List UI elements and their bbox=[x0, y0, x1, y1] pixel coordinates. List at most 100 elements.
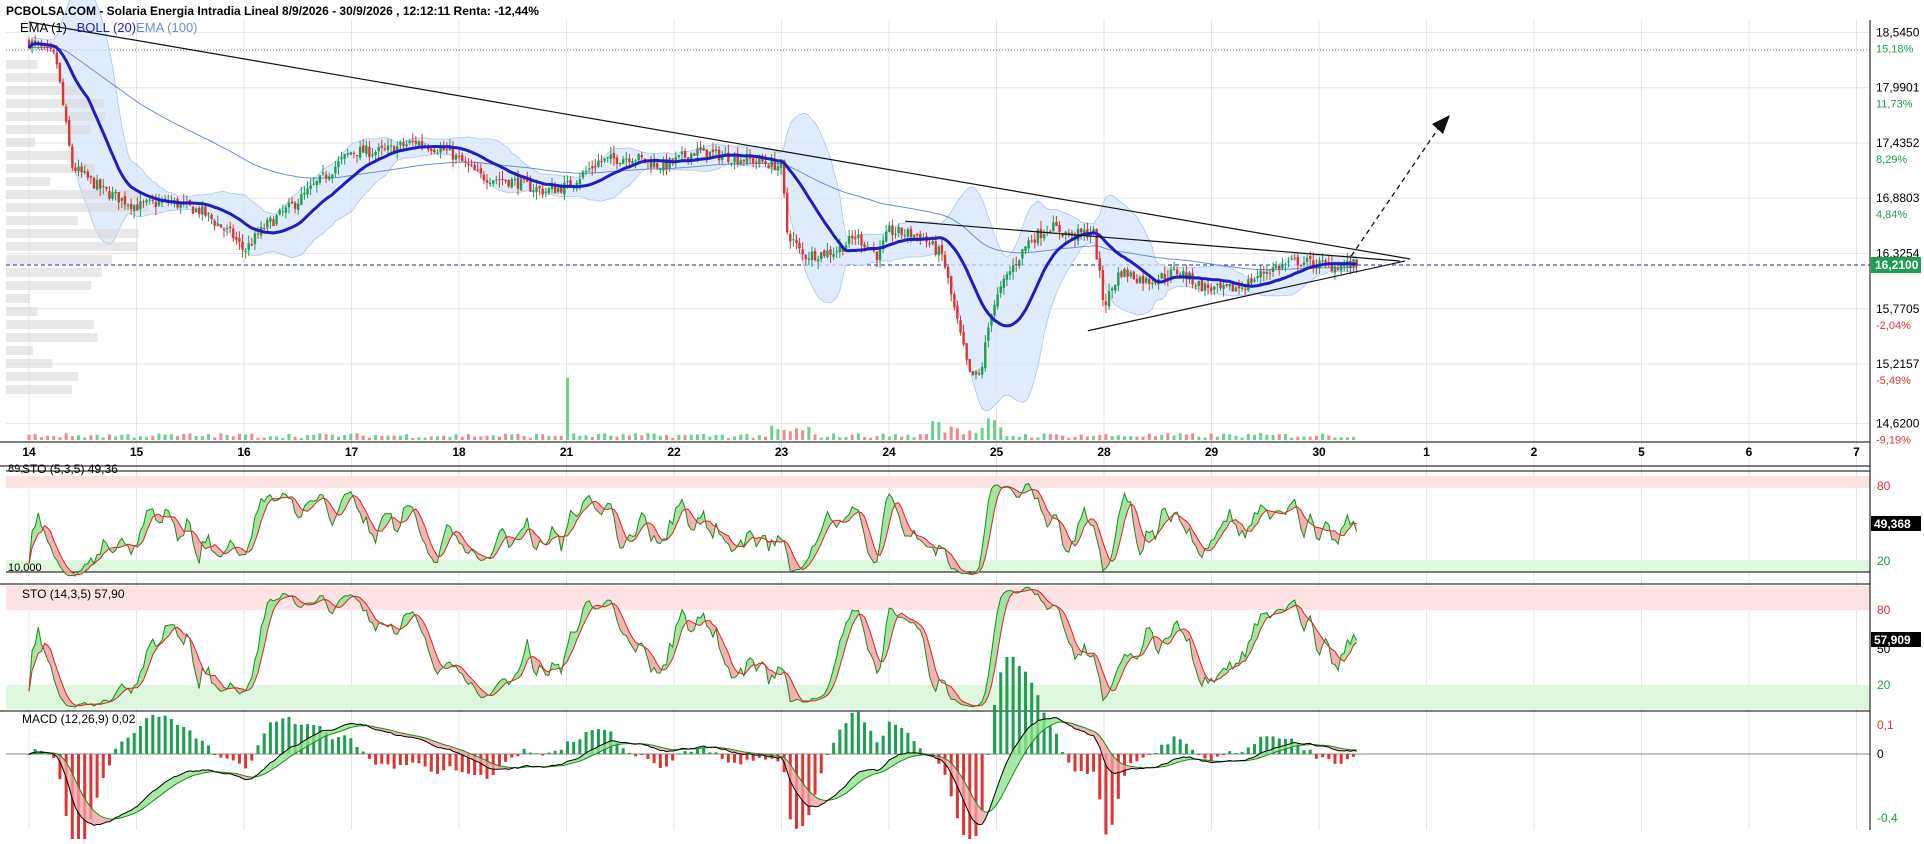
macd-histogram-bar bbox=[733, 754, 736, 763]
macd-histogram-bar bbox=[882, 736, 885, 754]
volume-bar bbox=[1030, 438, 1033, 440]
macd-histogram-bar bbox=[281, 718, 284, 754]
legend-boll[interactable]: BOLL (20) bbox=[77, 20, 137, 35]
volume-bar bbox=[634, 433, 637, 440]
candle-body bbox=[248, 243, 250, 250]
macd-histogram-bar bbox=[814, 754, 817, 795]
macd-histogram-bar bbox=[851, 713, 854, 754]
candle-body bbox=[1000, 287, 1002, 294]
candle-body bbox=[996, 294, 998, 306]
percent-tick-label: 4,84% bbox=[1876, 209, 1907, 221]
candle-body bbox=[752, 158, 754, 163]
macd-histogram-bar bbox=[832, 743, 835, 754]
candle-body bbox=[229, 227, 231, 228]
volume-bar bbox=[287, 434, 290, 440]
legend-ema1[interactable]: EMA (1) bbox=[20, 20, 67, 35]
candle-body bbox=[334, 167, 336, 174]
macd-histogram-bar bbox=[337, 737, 340, 754]
macd-histogram-bar bbox=[120, 742, 123, 754]
candle-body bbox=[68, 120, 70, 146]
candle-body bbox=[405, 144, 407, 146]
volume-bar bbox=[1111, 436, 1114, 440]
volume-bar bbox=[1321, 434, 1324, 440]
volume-bar bbox=[300, 438, 303, 440]
candle-body bbox=[656, 163, 658, 168]
volume-bar bbox=[306, 435, 309, 440]
macd-histogram-bar bbox=[721, 754, 724, 759]
candle-body bbox=[696, 149, 698, 156]
volume-bar bbox=[628, 435, 631, 440]
breakout-arrow-head bbox=[1432, 115, 1450, 134]
volume-bar bbox=[46, 436, 49, 440]
candle-body bbox=[108, 191, 110, 199]
macd-histogram-bar bbox=[250, 754, 253, 761]
candle-body bbox=[597, 161, 599, 167]
volume-bar bbox=[1012, 436, 1015, 440]
osc2-current-value: 57,909 bbox=[1874, 633, 1911, 647]
x-tick-label: 23 bbox=[775, 445, 789, 459]
volume-bar bbox=[597, 434, 600, 440]
volume-bar bbox=[28, 435, 31, 440]
x-tick-label: 5 bbox=[1638, 445, 1645, 459]
macd-histogram-bar bbox=[257, 745, 260, 754]
candle-body bbox=[53, 50, 55, 52]
volume-bar bbox=[77, 435, 80, 440]
volume-profile-bar bbox=[6, 268, 102, 277]
volume-bar bbox=[1055, 434, 1058, 440]
volume-bar bbox=[114, 436, 117, 440]
macd-histogram-bar bbox=[1247, 747, 1250, 754]
volume-bar bbox=[1340, 437, 1343, 440]
volume-bar bbox=[275, 437, 278, 440]
macd-histogram-bar bbox=[1179, 739, 1182, 754]
macd-histogram-bar bbox=[436, 754, 439, 774]
volume-bar bbox=[547, 436, 550, 440]
volume-bar bbox=[919, 434, 922, 440]
volume-bar bbox=[213, 438, 216, 440]
volume-bar bbox=[257, 438, 260, 440]
volume-bar bbox=[127, 434, 130, 440]
candle-body bbox=[993, 305, 995, 316]
macd-histogram-bar bbox=[461, 754, 464, 772]
candle-body bbox=[127, 205, 129, 206]
macd-histogram-bar bbox=[201, 741, 204, 754]
volume-bars bbox=[28, 378, 1356, 440]
volume-bar bbox=[1272, 435, 1275, 440]
candle-body bbox=[353, 153, 355, 154]
macd-histogram-bar bbox=[1129, 754, 1132, 763]
candle-body bbox=[814, 251, 816, 260]
candle-body bbox=[637, 154, 639, 160]
candle-body bbox=[1300, 265, 1302, 266]
candle-body bbox=[238, 238, 240, 242]
volume-bar bbox=[572, 433, 575, 440]
macd-histogram-bar bbox=[690, 752, 693, 754]
macd-histogram-bar bbox=[1154, 753, 1157, 754]
chart-svg[interactable]: 1415161718212223242528293012567 18,54501… bbox=[0, 0, 1924, 839]
candle-body bbox=[1253, 280, 1255, 282]
candle-body bbox=[962, 332, 964, 345]
volume-bar bbox=[696, 434, 699, 440]
candle-body bbox=[935, 241, 937, 254]
candle-body bbox=[566, 181, 568, 182]
volume-bar bbox=[1278, 434, 1281, 440]
candle-body bbox=[1210, 287, 1212, 290]
volume-bar bbox=[1352, 437, 1355, 440]
volume-bar bbox=[745, 434, 748, 440]
candle-body bbox=[1259, 270, 1261, 277]
volume-bar bbox=[1247, 434, 1250, 440]
legend-ema100[interactable]: EMA (100) bbox=[136, 20, 197, 35]
candle-body bbox=[418, 142, 420, 146]
candle-body bbox=[195, 208, 197, 212]
volume-bar bbox=[1080, 435, 1083, 440]
candle-body bbox=[1281, 264, 1283, 268]
macd-histogram-bar bbox=[826, 754, 829, 755]
candle-body bbox=[77, 167, 79, 172]
candle-body bbox=[1003, 279, 1005, 288]
volume-bar bbox=[603, 433, 606, 440]
volume-bar bbox=[133, 438, 136, 440]
volume-bar bbox=[65, 433, 68, 440]
candle-body bbox=[220, 224, 222, 227]
macd-histogram-bar bbox=[820, 754, 823, 773]
candle-body bbox=[777, 166, 779, 170]
volume-bar bbox=[263, 437, 266, 440]
volume-bar bbox=[399, 436, 402, 440]
